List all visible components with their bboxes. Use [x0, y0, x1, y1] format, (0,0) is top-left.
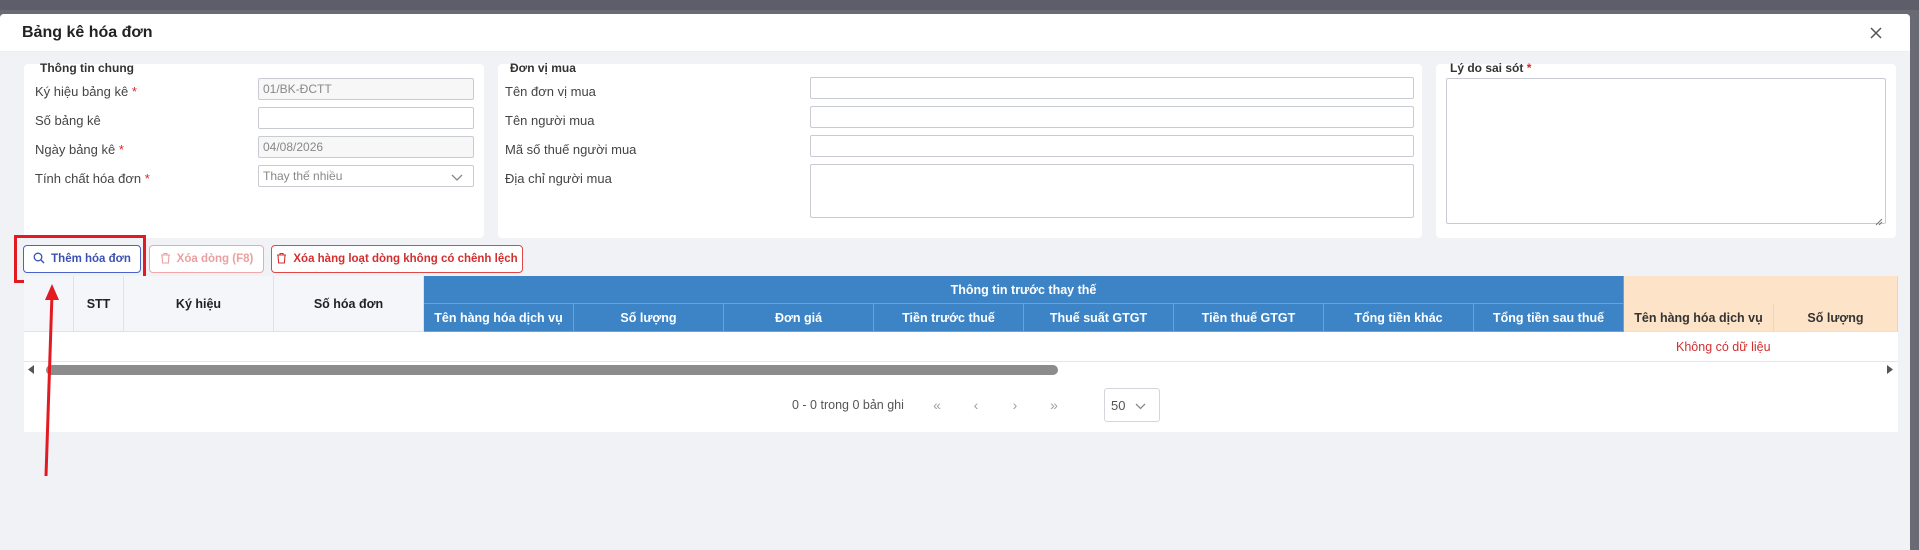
horizontal-scrollbar[interactable] [24, 362, 1898, 376]
buyer-name-label: Tên người mua [505, 113, 595, 128]
reason-textarea[interactable] [1446, 78, 1886, 226]
pagination-bar: 0 - 0 trong 0 bản ghi « ‹ › » 50 [24, 376, 1898, 432]
scroll-left-icon[interactable] [26, 364, 36, 374]
backdrop [0, 0, 1919, 10]
close-icon[interactable] [1866, 23, 1886, 43]
buyer-address-textarea[interactable] [810, 164, 1414, 218]
column-header-before-unit-price: Đơn giá [724, 304, 874, 332]
scroll-right-icon[interactable] [1884, 364, 1894, 374]
column-header-before-goods: Tên hàng hóa dịch vụ [424, 304, 574, 332]
column-header-before-vat-amount: Tiền thuế GTGT [1174, 304, 1324, 332]
symbol-label: Ký hiệu bảng kê * [35, 84, 137, 99]
group-header-before: Thông tin trước thay thế [424, 276, 1624, 304]
reason-legend: Lý do sai sót * [1450, 61, 1532, 75]
buyer-panel: Đơn vị mua Tên đơn vị mua Tên người mua … [498, 61, 1422, 238]
column-header-invoice-number: Số hóa đơn [274, 276, 424, 332]
last-page-icon[interactable]: » [1045, 396, 1063, 414]
list-date-label: Ngày bảng kê * [35, 142, 124, 157]
page-size-value: 50 [1111, 397, 1126, 413]
trash-icon [160, 252, 171, 267]
chevron-down-icon [451, 171, 463, 185]
column-header-before-vat-rate: Thuế suất GTGT [1024, 304, 1174, 332]
buyer-unit-label: Tên đơn vị mua [505, 84, 596, 99]
peach-header-top [1624, 276, 1898, 304]
empty-message: Không có dữ liệu [1676, 340, 1771, 354]
column-header-before-other-total: Tổng tiền khác [1324, 304, 1474, 332]
list-number-input[interactable] [258, 107, 474, 129]
buyer-unit-input[interactable] [810, 77, 1414, 99]
next-page-icon[interactable]: › [1006, 396, 1024, 414]
list-date-input[interactable]: 04/08/2026 [258, 136, 474, 158]
chevron-down-icon [1135, 398, 1146, 413]
invoice-nature-label: Tính chất hóa đơn * [35, 171, 150, 186]
general-info-panel: Thông tin chung Ký hiệu bảng kê * 01/BK-… [24, 61, 484, 238]
page-size-select[interactable]: 50 [1104, 388, 1160, 422]
add-invoice-button[interactable]: Thêm hóa đơn [23, 245, 141, 273]
buyer-legend: Đơn vị mua [510, 61, 576, 75]
resize-grip-icon[interactable] [1875, 213, 1883, 226]
empty-row: Không có dữ liệu [24, 332, 1898, 362]
pagination-summary: 0 - 0 trong 0 bản ghi [792, 398, 904, 412]
buyer-tax-code-input[interactable] [810, 135, 1414, 157]
reason-panel: Lý do sai sót * [1436, 61, 1896, 238]
modal-title: Bảng kê hóa đơn [22, 23, 153, 41]
invoice-nature-value: Thay thế nhiều [263, 169, 343, 183]
scrollbar-thumb[interactable] [46, 365, 1058, 375]
trash-icon [276, 252, 287, 267]
column-header-symbol: Ký hiệu [124, 276, 274, 332]
bulk-delete-button[interactable]: Xóa hàng loạt dòng không có chênh lệch [271, 245, 523, 273]
symbol-input[interactable]: 01/BK-ĐCTT [258, 78, 474, 100]
first-page-icon[interactable]: « [928, 396, 946, 414]
column-header-before-quantity: Số lượng [574, 304, 724, 332]
general-info-legend: Thông tin chung [40, 61, 134, 75]
modal-header: Bảng kê hóa đơn [0, 14, 1910, 52]
list-number-label: Số bảng kê [35, 113, 101, 128]
select-column-header [24, 276, 74, 332]
column-header-after-quantity: Số lượng [1774, 304, 1898, 332]
column-header-stt: STT [74, 276, 124, 332]
column-header-after-goods: Tên hàng hóa dịch vụ [1624, 304, 1774, 332]
buyer-address-label: Địa chỉ người mua [505, 171, 612, 186]
prev-page-icon[interactable]: ‹ [967, 396, 985, 414]
search-icon [33, 252, 45, 267]
column-header-before-after-tax: Tổng tiền sau thuế [1474, 304, 1624, 332]
invoice-grid: STT Ký hiệu Số hóa đơn Thông tin trước t… [24, 276, 1898, 362]
buyer-tax-code-label: Mã số thuế người mua [505, 142, 637, 157]
invoice-nature-select[interactable]: Thay thế nhiều [258, 165, 474, 187]
delete-row-button[interactable]: Xóa dòng (F8) [149, 245, 264, 273]
buyer-name-input[interactable] [810, 106, 1414, 128]
column-header-before-pre-tax: Tiền trước thuế [874, 304, 1024, 332]
